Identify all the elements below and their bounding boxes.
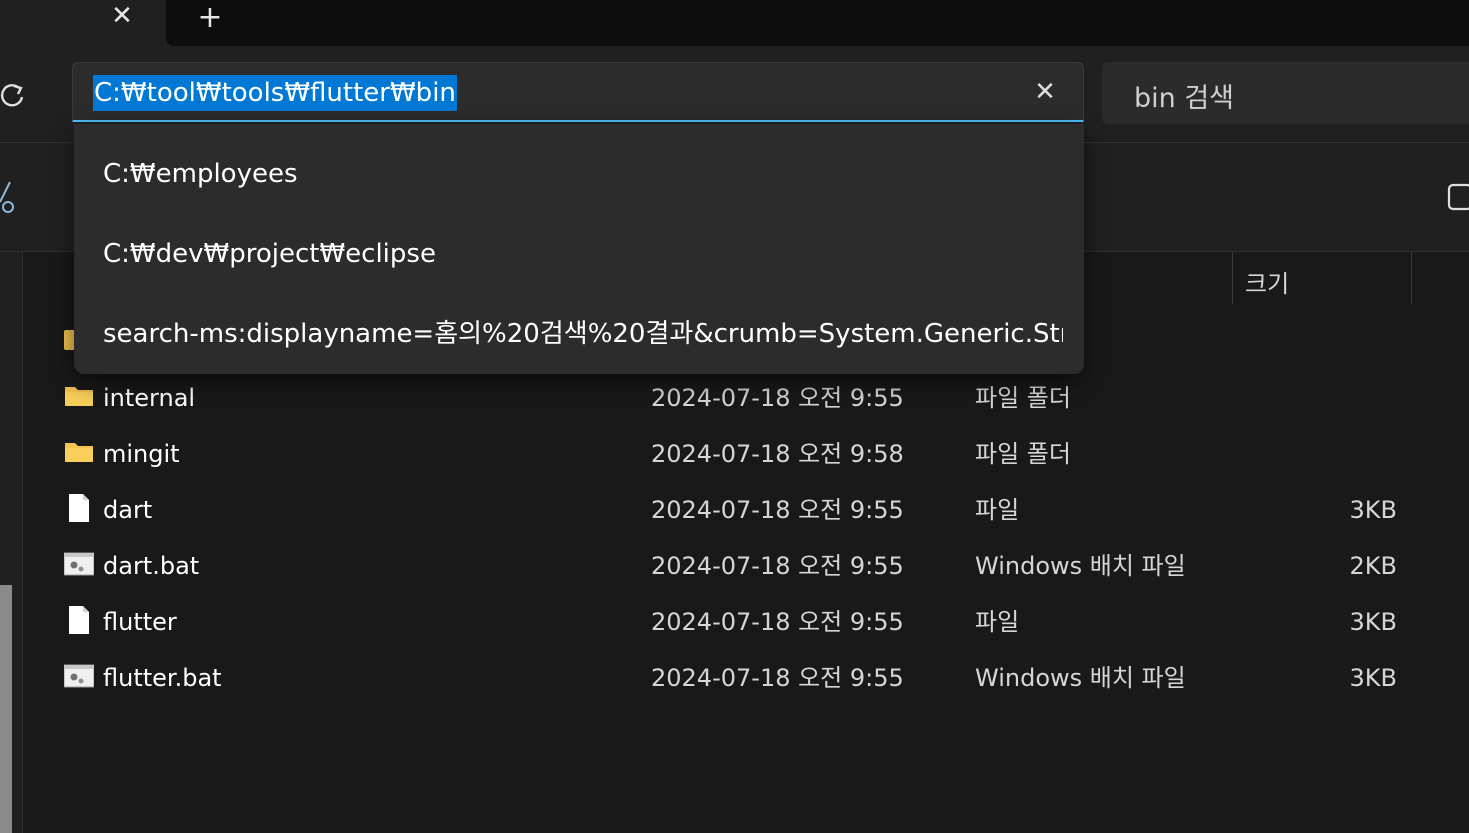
folder-icon [65, 387, 93, 406]
refresh-icon[interactable] [0, 78, 30, 112]
file-size: 3KB [1349, 664, 1397, 692]
suggestion-label: C:₩employees [103, 159, 298, 189]
file-type: 파일 폴더 [975, 440, 1071, 468]
file-date: 2024-07-18 오전 9:55 [651, 552, 904, 580]
cut-icon[interactable] [0, 178, 18, 214]
file-date: 2024-07-18 오전 9:55 [651, 496, 904, 524]
search-placeholder: bin 검색 [1134, 83, 1235, 114]
file-type: 파일 [975, 608, 1020, 636]
suggestion-item[interactable]: C:₩employees [74, 134, 1084, 214]
file-date: 2024-07-18 오전 9:58 [651, 440, 904, 468]
file-row[interactable]: dart.bat 2024-07-18 오전 9:55 Windows 배치 파… [22, 539, 1469, 595]
search-input[interactable]: bin 검색 [1102, 62, 1469, 124]
close-tab-icon[interactable]: ✕ [104, 0, 140, 32]
file-size: 2KB [1349, 552, 1397, 580]
address-suggestions-dropdown: C:₩employees C:₩dev₩project₩eclipse sear… [74, 124, 1084, 374]
tab-strip [166, 0, 1469, 46]
suggestion-item[interactable]: C:₩dev₩project₩eclipse [74, 214, 1084, 294]
file-row[interactable]: internal 2024-07-18 오전 9:55 파일 폴더 [22, 371, 1469, 427]
suggestion-label: C:₩dev₩project₩eclipse [103, 239, 436, 269]
folder-icon [65, 443, 93, 462]
file-name: dart [103, 496, 153, 524]
suggestion-item[interactable]: search-ms:displayname=홈의%20검색%20결과&crumb… [74, 294, 1084, 374]
column-header-size[interactable]: 크기 [1232, 252, 1412, 304]
file-row[interactable]: flutter 2024-07-18 오전 9:55 파일 3KB [22, 595, 1469, 651]
file-name: flutter.bat [103, 664, 222, 692]
file-type: 파일 폴더 [975, 384, 1071, 412]
details-pane-icon[interactable] [1446, 183, 1469, 211]
file-type: 파일 [975, 496, 1020, 524]
file-date: 2024-07-18 오전 9:55 [651, 608, 904, 636]
batch-file-icon [64, 664, 94, 688]
file-name: mingit [103, 440, 180, 468]
address-input[interactable]: C:₩tool₩tools₩flutter₩bin ✕ [72, 62, 1084, 122]
navigation-scrollbar[interactable] [0, 585, 12, 833]
file-row[interactable]: mingit 2024-07-18 오전 9:58 파일 폴더 [22, 427, 1469, 483]
clear-address-icon[interactable]: ✕ [1031, 77, 1059, 107]
column-header-size-label: 크기 [1245, 270, 1290, 298]
new-tab-icon[interactable]: + [192, 0, 228, 35]
file-date: 2024-07-18 오전 9:55 [651, 664, 904, 692]
address-text[interactable]: C:₩tool₩tools₩flutter₩bin [93, 75, 457, 111]
file-row[interactable]: flutter.bat 2024-07-18 오전 9:55 Windows 배… [22, 651, 1469, 707]
file-date: 2024-07-18 오전 9:55 [651, 384, 904, 412]
file-icon [69, 494, 89, 522]
file-name: internal [103, 384, 196, 412]
file-icon [69, 606, 89, 634]
suggestion-label: search-ms:displayname=홈의%20검색%20결과&crumb… [103, 319, 1063, 349]
file-name: dart.bat [103, 552, 200, 580]
file-type: Windows 배치 파일 [975, 664, 1186, 692]
file-type: Windows 배치 파일 [975, 552, 1186, 580]
file-size: 3KB [1349, 496, 1397, 524]
file-name: flutter [103, 608, 177, 636]
file-row[interactable]: dart 2024-07-18 오전 9:55 파일 3KB [22, 483, 1469, 539]
batch-file-icon [64, 552, 94, 576]
file-size: 3KB [1349, 608, 1397, 636]
